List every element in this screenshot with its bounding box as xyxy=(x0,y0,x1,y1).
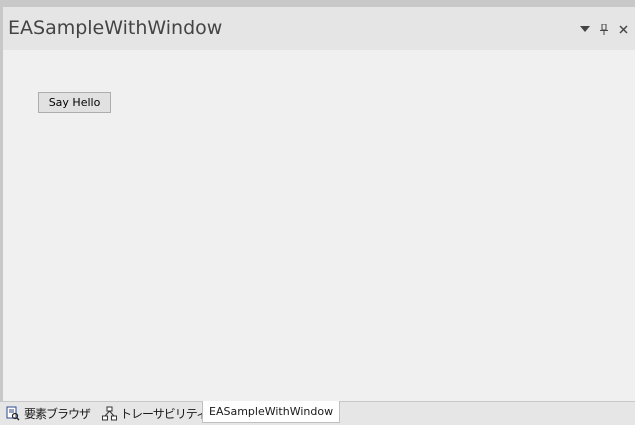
tab-traceability[interactable]: トレーサビリティ xyxy=(101,402,208,424)
window-top-border xyxy=(0,0,635,7)
traceability-icon xyxy=(101,405,117,421)
dock-window: EASampleWithWindow Say Hello 要素ブラウザ トレーサ… xyxy=(0,0,635,425)
pin-icon[interactable] xyxy=(596,21,612,37)
tab-easamplewithwindow[interactable]: EASampleWithWindow xyxy=(202,401,341,423)
window-header: EASampleWithWindow xyxy=(3,7,635,50)
element-browser-icon xyxy=(5,405,21,421)
say-hello-button[interactable]: Say Hello xyxy=(38,92,111,113)
tab-easamplewithwindow-label: EASampleWithWindow xyxy=(209,405,334,418)
chevron-down-icon[interactable] xyxy=(577,21,593,37)
window-content: Say Hello xyxy=(3,50,635,401)
close-icon[interactable] xyxy=(615,21,631,37)
bottom-tab-bar: 要素ブラウザ トレーサビリティ EASampleWithWindow xyxy=(0,401,635,425)
window-title: EASampleWithWindow xyxy=(8,17,223,39)
tab-element-browser[interactable]: 要素ブラウザ xyxy=(5,402,91,424)
tab-element-browser-label: 要素ブラウザ xyxy=(24,406,91,421)
header-controls xyxy=(574,21,631,37)
tab-traceability-label: トレーサビリティ xyxy=(120,406,208,421)
